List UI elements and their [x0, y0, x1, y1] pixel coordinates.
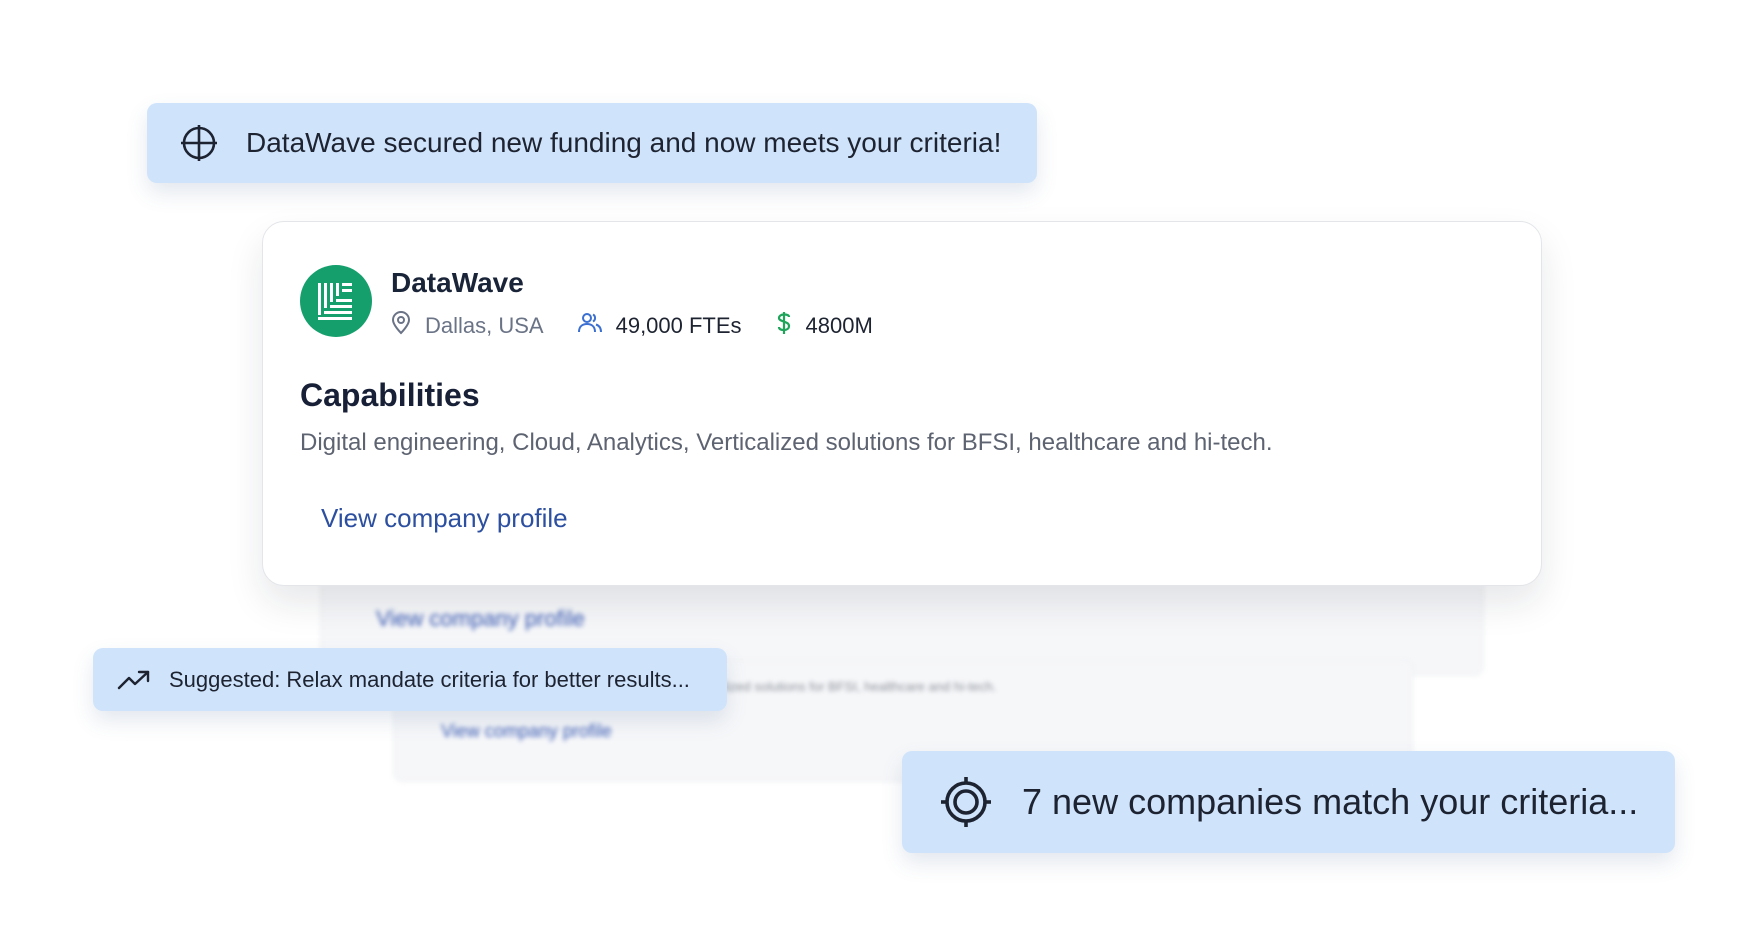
location-pin-icon	[391, 311, 425, 341]
capabilities-title: Capabilities	[300, 377, 480, 413]
target-icon	[940, 776, 992, 828]
revenue-item: 4800M	[776, 311, 873, 341]
match-notification-text: 7 new companies match your criteria...	[1022, 781, 1639, 822]
location-text: Dallas, USA	[425, 313, 544, 338]
employees-item: 49,000 FTEs	[577, 312, 742, 340]
match-notification[interactable]: 7 new companies match your criteria...	[902, 751, 1675, 853]
company-logo	[300, 265, 372, 337]
suggestion-notification[interactable]: Suggested: Relax mandate criteria for be…	[93, 648, 727, 711]
crosshair-circle-icon	[180, 124, 218, 162]
employees-text: 49,000 FTEs	[615, 313, 742, 338]
company-meta: Dallas, USA 49,000 FTEs 4800M	[391, 311, 907, 341]
background-profile-link: View company profile	[441, 721, 612, 741]
company-name: DataWave	[391, 267, 524, 298]
background-capabilities-text: lized solutions for BFSI, healthcare and…	[724, 679, 997, 694]
view-company-profile-link[interactable]: View company profile	[321, 503, 568, 534]
company-card: DataWave Dallas, USA 49,000 FTEs 4800M C…	[262, 221, 1542, 586]
capabilities-text: Digital engineering, Cloud, Analytics, V…	[300, 429, 1273, 456]
people-icon	[577, 312, 616, 340]
background-profile-link: View company profile	[376, 606, 585, 631]
dollar-icon	[776, 311, 806, 341]
revenue-text: 4800M	[805, 313, 873, 338]
location-item: Dallas, USA	[391, 311, 544, 341]
funding-notification-text: DataWave secured new funding and now mee…	[246, 127, 1002, 158]
trending-up-icon	[117, 663, 151, 697]
suggestion-notification-text: Suggested: Relax mandate criteria for be…	[169, 666, 690, 692]
funding-notification[interactable]: DataWave secured new funding and now mee…	[147, 103, 1037, 183]
